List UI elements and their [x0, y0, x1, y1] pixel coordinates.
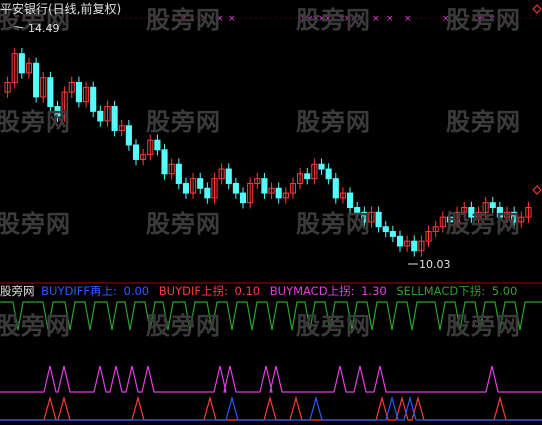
watermark: 股旁网 [0, 210, 71, 238]
candle-body [90, 86, 97, 112]
candle-body [97, 110, 104, 122]
watermark: 股旁网 [0, 312, 71, 340]
watermark: 股旁网 [146, 312, 221, 340]
legend-sellmacd-value: 5.00 [491, 284, 518, 298]
watermark: 股旁网 [446, 6, 521, 34]
signal-marker: × [372, 14, 380, 24]
legend-buymacd-value: 1.30 [361, 284, 387, 298]
signal-marker: × [404, 14, 412, 24]
candle-body [132, 144, 140, 160]
diamond-icon [532, 4, 542, 14]
candle-body [175, 163, 182, 184]
indicator-name: 股旁网 [0, 284, 35, 298]
candle-body [111, 106, 118, 132]
candle-body [125, 125, 132, 146]
candle-body [182, 182, 190, 194]
watermark: 股旁网 [296, 210, 371, 238]
watermark: 股旁网 [446, 210, 521, 238]
low-price-label: 10.03 [419, 258, 451, 271]
watermark: 股旁网 [446, 312, 521, 340]
candle-body [261, 178, 268, 194]
legend-buydif-label: BUYDIF上拐: [158, 284, 228, 298]
candle-body [204, 187, 211, 199]
candle-body [75, 82, 82, 103]
candle-body [382, 226, 389, 233]
signal-marker: × [228, 14, 236, 24]
indicator-legend: 股旁网 BUYDIFF再上: 0.00 BUYDIF上拐: 0.10 BUYMA… [0, 284, 523, 298]
candle-body [411, 240, 418, 252]
watermark: 股旁网 [0, 108, 71, 136]
watermark: 股旁网 [146, 6, 221, 34]
buymacd-line [0, 365, 542, 393]
candle-body [389, 231, 396, 237]
candle-body [232, 182, 239, 194]
high-price-label: 14.49 [28, 22, 60, 35]
watermark: 股旁网 [146, 108, 221, 136]
buydif-line [0, 395, 542, 421]
candle-body [325, 168, 332, 180]
diamond-icon-right [532, 185, 542, 195]
legend-buydif-value: 0.10 [234, 284, 261, 298]
candle-body [225, 168, 232, 184]
watermark: 股旁网 [446, 108, 521, 136]
candle-body [154, 139, 161, 151]
candle-body [33, 62, 40, 98]
candle-body [239, 192, 247, 204]
legend-buymacd-label: BUYMACD上拐: [269, 284, 355, 298]
watermark: 股旁网 [146, 210, 221, 238]
watermark: 股旁网 [296, 6, 371, 34]
candle-body [18, 53, 25, 74]
signal-marker: × [386, 14, 394, 24]
chart-title: 平安银行(日线,前复权) [0, 2, 122, 16]
watermark: 股旁网 [296, 108, 371, 136]
candle-body [396, 235, 404, 247]
legend-sellmacd-label: SELLMACD下拐: [396, 284, 486, 298]
candle-body [275, 187, 282, 199]
candle-body [332, 178, 339, 199]
legend-buydiff-label: BUYDIFF再上: [41, 284, 117, 298]
candle-body [161, 149, 168, 175]
candle-body [375, 211, 382, 228]
watermark: 股旁网 [296, 312, 371, 340]
candle-body [197, 178, 204, 189]
candle-body [304, 173, 311, 180]
legend-buydiff-value: 0.00 [123, 284, 150, 298]
candle-body [318, 163, 325, 170]
